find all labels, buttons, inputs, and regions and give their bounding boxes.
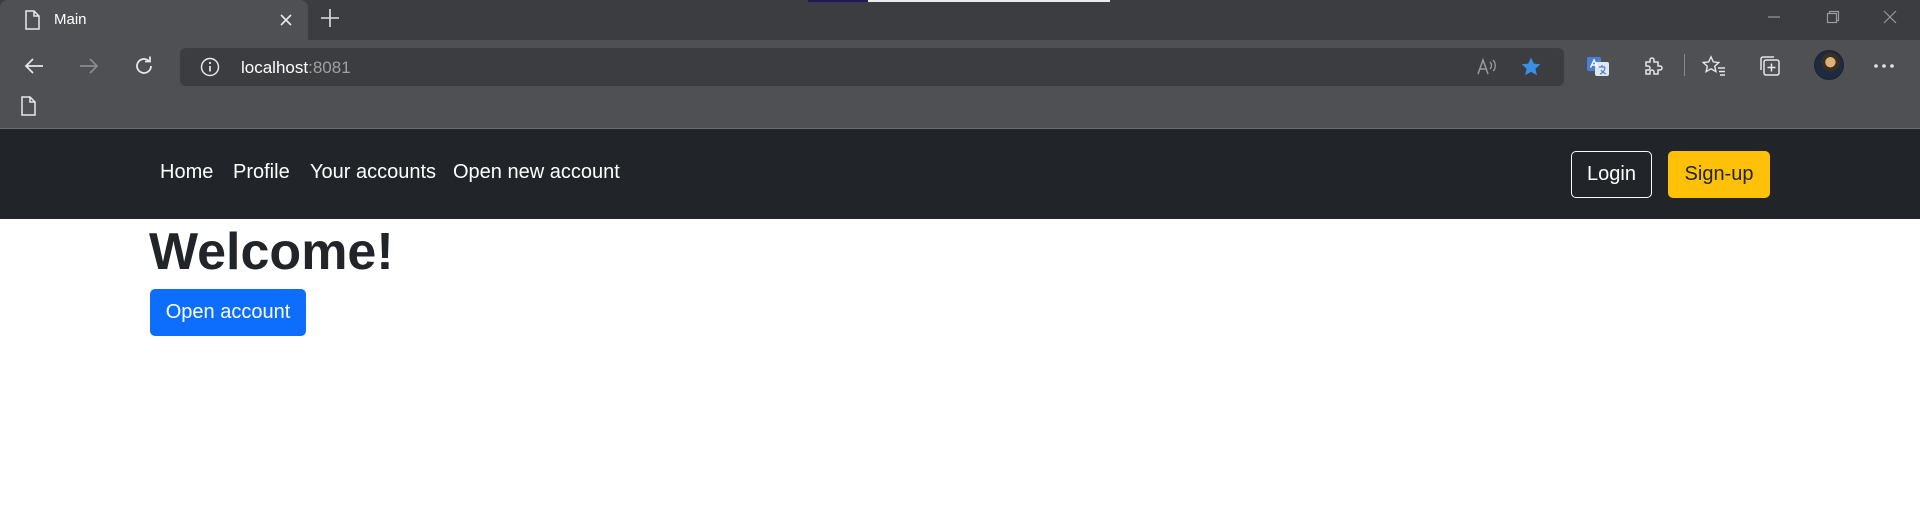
site-navbar: Home Profile Your accounts Open new acco… bbox=[0, 129, 1920, 219]
page-title: Welcome! bbox=[149, 223, 394, 281]
forward-button[interactable] bbox=[71, 48, 107, 84]
read-aloud-icon[interactable] bbox=[1476, 57, 1498, 82]
back-arrow-icon bbox=[24, 58, 43, 74]
signup-button[interactable]: Sign-up bbox=[1668, 151, 1770, 198]
back-button[interactable] bbox=[16, 48, 52, 84]
translate-button[interactable] bbox=[1580, 48, 1616, 84]
browser-tab[interactable]: Main bbox=[0, 0, 308, 40]
favorite-star-icon[interactable] bbox=[1520, 56, 1542, 83]
tab-strip-indicator bbox=[808, 0, 868, 2]
translate-icon bbox=[1587, 57, 1609, 76]
refresh-icon bbox=[136, 56, 152, 74]
page-icon bbox=[24, 10, 40, 35]
url-port: :8081 bbox=[308, 58, 351, 77]
info-icon[interactable] bbox=[200, 57, 220, 82]
profile-avatar[interactable] bbox=[1814, 50, 1844, 80]
forward-arrow-icon bbox=[80, 58, 99, 74]
url-text[interactable]: localhost:8081 bbox=[241, 58, 351, 78]
collections-icon bbox=[1760, 56, 1780, 76]
browser-titlebar: Main bbox=[0, 0, 1920, 40]
nav-link-your-accounts[interactable]: Your accounts bbox=[310, 161, 436, 184]
toolbar-separator bbox=[1684, 54, 1685, 76]
open-account-button[interactable]: Open account bbox=[150, 289, 306, 336]
collections-button[interactable] bbox=[1752, 48, 1788, 84]
close-window-button[interactable] bbox=[1876, 6, 1904, 34]
close-tab-icon[interactable] bbox=[277, 11, 295, 29]
restore-button[interactable] bbox=[1819, 6, 1847, 34]
nav-link-profile[interactable]: Profile bbox=[233, 161, 290, 184]
favorites-button[interactable] bbox=[1696, 48, 1732, 84]
nav-link-home[interactable]: Home bbox=[160, 161, 213, 184]
new-tab-button[interactable] bbox=[318, 7, 342, 31]
favorites-icon bbox=[1702, 55, 1725, 76]
tab-strip-indicator bbox=[868, 0, 1110, 2]
nav-link-open-new-account[interactable]: Open new account bbox=[453, 161, 620, 184]
login-button[interactable]: Login bbox=[1571, 151, 1652, 198]
browser-toolbar: localhost:8081 bbox=[0, 40, 1920, 128]
settings-menu-button[interactable] bbox=[1866, 48, 1902, 84]
tab-title: Main bbox=[54, 11, 87, 28]
more-dots-icon bbox=[1874, 64, 1894, 68]
minimize-button[interactable] bbox=[1760, 6, 1788, 34]
refresh-button[interactable] bbox=[126, 48, 162, 84]
puzzle-icon bbox=[1645, 57, 1663, 75]
address-bar[interactable]: localhost:8081 bbox=[180, 48, 1564, 86]
extensions-button[interactable] bbox=[1635, 48, 1671, 84]
bookmark-page-icon[interactable] bbox=[20, 96, 36, 121]
url-host: localhost bbox=[241, 58, 309, 77]
